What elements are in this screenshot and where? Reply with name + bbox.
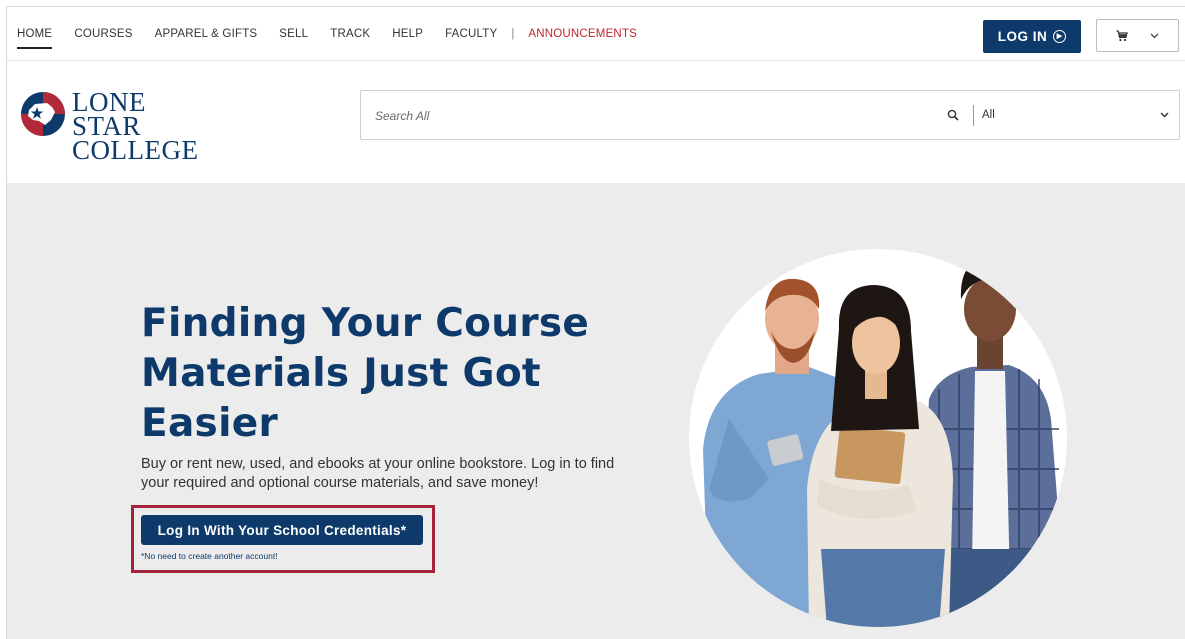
- logo-text: LONE STAR COLLEGE: [72, 87, 219, 165]
- students-photo: [689, 249, 1067, 627]
- chevron-down-icon: [1160, 109, 1169, 121]
- lone-star-college-logo[interactable]: LONE STAR COLLEGE: [19, 89, 219, 164]
- search-category-value: All: [982, 109, 995, 121]
- credentials-note: *No need to create another account!: [141, 551, 278, 561]
- top-nav: HOME COURSES APPAREL & GIFTS SELL TRACK …: [7, 7, 1185, 61]
- login-button-label: LOG IN: [997, 29, 1048, 44]
- cart-icon: [1116, 29, 1128, 42]
- search-category-select[interactable]: All: [982, 91, 1179, 139]
- nav-track[interactable]: TRACK: [330, 28, 370, 40]
- nav-help[interactable]: HELP: [392, 28, 423, 40]
- search-icon[interactable]: [947, 108, 959, 126]
- chevron-down-icon: [1150, 33, 1159, 39]
- nav-home[interactable]: HOME: [17, 28, 53, 49]
- search-input[interactable]: [375, 106, 915, 126]
- nav-separator: |: [511, 28, 515, 40]
- arrow-right-circle-icon: ▶: [1053, 30, 1067, 43]
- hero-title: Finding Your Course Materials Just Got E…: [141, 301, 590, 446]
- login-school-credentials-button[interactable]: Log In With Your School Credentials*: [141, 515, 423, 545]
- hero-section: Finding Your Course Materials Just Got E…: [7, 183, 1185, 639]
- nav-announcements[interactable]: ANNOUNCEMENTS: [528, 28, 637, 40]
- login-button[interactable]: LOG IN ▶: [983, 20, 1081, 53]
- logo-line-2: COLLEGE: [72, 135, 199, 165]
- hero-description: Buy or rent new, used, and ebooks at you…: [141, 456, 615, 491]
- nav-sell[interactable]: SELL: [279, 28, 308, 40]
- search-divider: [973, 105, 974, 126]
- lone-star-emblem-icon: [21, 92, 65, 136]
- nav-apparel-gifts[interactable]: APPAREL & GIFTS: [155, 28, 258, 40]
- cart-dropdown[interactable]: [1096, 19, 1179, 52]
- nav-faculty[interactable]: FACULTY: [445, 28, 497, 40]
- search-bar: All: [360, 90, 1180, 140]
- nav-courses[interactable]: COURSES: [74, 28, 132, 40]
- nav-links: HOME COURSES APPAREL & GIFTS SELL TRACK …: [17, 28, 659, 49]
- page-frame: HOME COURSES APPAREL & GIFTS SELL TRACK …: [6, 6, 1185, 639]
- logo-line-1: LONE STAR: [72, 87, 146, 141]
